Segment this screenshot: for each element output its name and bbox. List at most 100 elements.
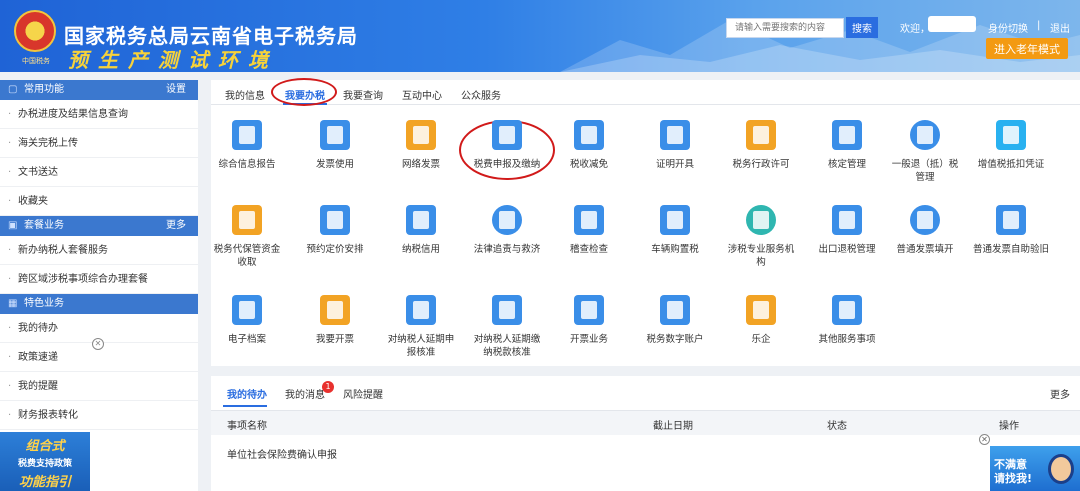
- logout-link[interactable]: 退出: [1050, 20, 1070, 35]
- sidebar-section-title: 常用功能: [24, 84, 64, 95]
- service-export-refund[interactable]: 出口退税管理: [811, 205, 883, 256]
- service-label: 增值税抵扣凭证: [977, 159, 1045, 170]
- folders-icon: [746, 120, 776, 150]
- service-label: 税收减免: [569, 159, 608, 170]
- search-input[interactable]: [726, 18, 844, 38]
- sidebar-item[interactable]: 文书送达: [0, 158, 198, 187]
- service-label: 税务数字账户: [646, 334, 704, 345]
- top-header: 中国税务 国家税务总局云南省电子税务局 预生产测试环境 搜索 欢迎， 身份切换 …: [0, 0, 1080, 72]
- service-other[interactable]: 其他服务事项: [811, 295, 883, 346]
- service-issue-invoice[interactable]: 普通发票填开: [889, 205, 961, 256]
- service-label: 开票业务: [569, 334, 608, 345]
- service-label: 我要开票: [315, 334, 354, 345]
- service-label: 法律追责与救济: [473, 244, 541, 255]
- service-refund[interactable]: 一般退（抵）税管理: [889, 120, 961, 184]
- service-invoice-use[interactable]: 发票使用: [299, 120, 371, 171]
- sidebar-item[interactable]: 新办纳税人套餐服务: [0, 236, 198, 265]
- more-link[interactable]: 更多: [166, 216, 186, 236]
- service-inspection[interactable]: 稽查检查: [553, 205, 625, 256]
- archive-icon: [232, 295, 262, 325]
- calendar-clock-icon: [492, 295, 522, 325]
- hand-coin-icon: [232, 205, 262, 235]
- service-label: 稽查检查: [569, 244, 608, 255]
- calendar-icon: [320, 205, 350, 235]
- service-fund-custody[interactable]: 税务代保管资金收取: [211, 205, 283, 269]
- certificate-icon: [660, 120, 690, 150]
- tab-my-todo[interactable]: 我的待办: [227, 386, 267, 401]
- banner-line: 税费支持政策: [17, 459, 72, 469]
- service-digital-account[interactable]: 税务数字账户: [639, 295, 711, 346]
- settings-link[interactable]: 设置: [166, 80, 186, 100]
- tab-query[interactable]: 我要查询: [343, 87, 383, 102]
- sidebar-item[interactable]: 办税进度及结果信息查询: [0, 100, 198, 129]
- service-archive[interactable]: 电子档案: [211, 295, 283, 346]
- service-legal[interactable]: 法律追责与救济: [471, 205, 543, 256]
- sidebar-item[interactable]: 财务报表转化: [0, 401, 198, 430]
- service-label: 车辆购置税: [651, 244, 699, 255]
- grid-icon: ▦: [8, 298, 18, 309]
- banner-line: 组合式: [25, 439, 65, 454]
- service-delay-payment[interactable]: 对纳税人延期缴纳税款核准: [471, 295, 543, 359]
- more-link[interactable]: 更多: [1050, 386, 1070, 401]
- column-header: 事项名称: [227, 421, 267, 432]
- table-header: 事项名称 截止日期 状态 操作: [211, 410, 1080, 435]
- service-label: 出口退税管理: [818, 244, 876, 255]
- tab-bar: 我的信息 我要办税 我要查询 互动中心 公众服务: [211, 78, 1080, 106]
- sidebar: ▢ 常用功能 设置 办税进度及结果信息查询 海关完税上传 文书送达 收藏夹 ▣ 套餐…: [0, 80, 198, 491]
- table-row[interactable]: 单位社会保险费确认申报: [227, 446, 337, 461]
- service-label: 对纳税人延期申报核准: [387, 334, 455, 358]
- car-document-icon: [660, 205, 690, 235]
- service-invoice-check[interactable]: 普通发票自助验旧: [973, 205, 1049, 256]
- document-icon: [232, 120, 262, 150]
- service-assessment[interactable]: 核定管理: [811, 120, 883, 171]
- service-vehicle-tax[interactable]: 车辆购置税: [639, 205, 711, 256]
- service-label: 证明开具: [655, 159, 694, 170]
- service-admin-license[interactable]: 税务行政许可: [725, 120, 797, 171]
- emblem-caption: 中国税务: [22, 57, 50, 65]
- service-leqi[interactable]: 乐企: [725, 295, 797, 346]
- service-invoicing-business[interactable]: 开票业务: [553, 295, 625, 346]
- service-credit[interactable]: 纳税信用: [385, 205, 457, 256]
- service-pricing[interactable]: 预约定价安排: [299, 205, 371, 256]
- todo-panel: 我的待办 我的消息 1 风险提醒 更多 事项名称 截止日期 状态 操作 单位社会…: [211, 376, 1080, 491]
- sidebar-item[interactable]: 跨区域涉税事项综合办理套餐: [0, 265, 198, 294]
- banner-line: 功能指引: [18, 475, 71, 490]
- close-icon[interactable]: ✕: [979, 434, 990, 445]
- elder-mode-button[interactable]: 进入老年模式: [986, 38, 1068, 59]
- service-online-invoice[interactable]: 网络发票: [385, 120, 457, 171]
- service-certificate[interactable]: 证明开具: [639, 120, 711, 171]
- switch-identity-link[interactable]: 身份切换: [988, 20, 1028, 35]
- service-vat-deduction[interactable]: 增值税抵扣凭证: [973, 120, 1049, 171]
- tax-emblem-logo: [14, 10, 56, 52]
- service-agency[interactable]: 涉税专业服务机构: [725, 205, 797, 269]
- environment-label: 预生产测试环境: [68, 48, 278, 72]
- tab-risk-alert[interactable]: 风险提醒: [343, 386, 383, 401]
- tab-public-service[interactable]: 公众服务: [461, 87, 501, 102]
- sidebar-item[interactable]: 海关完税上传: [0, 129, 198, 158]
- service-delay-declare[interactable]: 对纳税人延期申报核准: [385, 295, 457, 359]
- search-button[interactable]: 搜索: [846, 17, 878, 38]
- tab-my-messages[interactable]: 我的消息: [285, 386, 325, 401]
- printer-icon: [320, 120, 350, 150]
- service-label: 涉税专业服务机构: [727, 244, 795, 268]
- tab-interaction[interactable]: 互动中心: [402, 87, 442, 102]
- service-declare-pay[interactable]: 税费申报及缴纳: [471, 120, 543, 171]
- search-document-icon: [406, 295, 436, 325]
- ship-icon: [832, 205, 862, 235]
- service-label: 纳税信用: [401, 244, 440, 255]
- service-report[interactable]: 综合信息报告: [211, 120, 283, 171]
- yuan-voucher-icon: [996, 120, 1026, 150]
- sidebar-item[interactable]: 我的提醒: [0, 372, 198, 401]
- policy-guide-banner[interactable]: 组合式 税费支持政策 功能指引: [0, 432, 90, 491]
- tab-my-info[interactable]: 我的信息: [225, 87, 265, 102]
- close-icon[interactable]: ✕: [92, 338, 104, 350]
- person-icon: [910, 205, 940, 235]
- leqi-icon: [746, 295, 776, 325]
- column-header: 状态: [827, 421, 847, 432]
- sidebar-item[interactable]: 收藏夹: [0, 187, 198, 216]
- service-tax-relief[interactable]: 税收减免: [553, 120, 625, 171]
- feedback-banner[interactable]: 不满意 请找我!: [990, 446, 1080, 491]
- service-label: 电子档案: [227, 334, 266, 345]
- card-icon: [406, 120, 436, 150]
- service-my-invoicing[interactable]: 我要开票: [299, 295, 371, 346]
